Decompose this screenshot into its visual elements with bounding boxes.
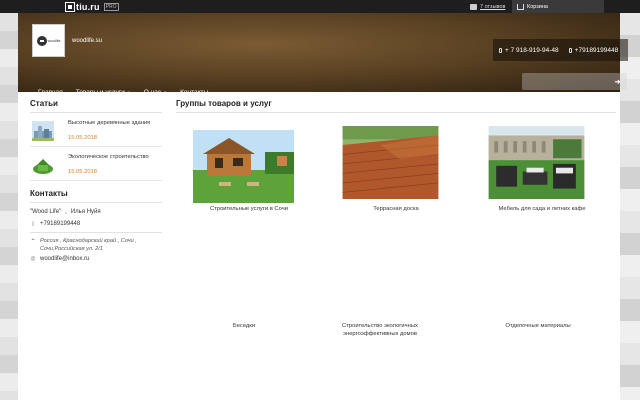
contact-email[interactable]: @ woodlife@inbox.ru: [30, 256, 162, 262]
article-date: 15.05.2018: [68, 135, 98, 141]
address-line-1: Россия , Краснодарский край , Сочи ,: [40, 238, 137, 244]
product-label[interactable]: Строительные услуги в Сочи: [179, 205, 319, 213]
article-thumbnail[interactable]: [32, 155, 54, 175]
cart-label: Корзина: [527, 3, 548, 10]
groups-title: Группы товаров и услуг: [176, 99, 272, 108]
divider: [30, 232, 162, 233]
pro-badge: PRO: [103, 3, 119, 11]
reviews-link[interactable]: 7 отзывов: [470, 2, 505, 12]
search-box: ➜: [522, 73, 627, 90]
search-submit-button[interactable]: ➜: [610, 75, 625, 88]
contact-person: Илья Нуйя: [70, 209, 101, 215]
site-header: woodlife woodlife.su + 7 918-919-94-48 +…: [18, 13, 628, 96]
cart-icon: [517, 3, 524, 10]
reviews-label: 7 отзывов: [480, 4, 506, 10]
article-date: 15.05.2018: [68, 169, 98, 175]
article-thumbnail[interactable]: [32, 121, 54, 141]
phone-1-number: + 7 918-919-94-48: [505, 46, 559, 54]
comment-icon: [470, 4, 477, 10]
main-section: Группы товаров и услуг: [176, 99, 616, 113]
product-image-decking[interactable]: [340, 126, 441, 199]
logo-mark-icon: [36, 35, 47, 46]
contact-phone-number: +79189199448: [40, 221, 81, 227]
page-background-right: [620, 13, 640, 400]
article-item[interactable]: Экологическое строительство 15.05.2018: [30, 147, 162, 181]
arrow-right-icon: ➜: [614, 78, 621, 86]
contact-phone[interactable]: ▯ +79189199448: [30, 221, 162, 227]
company-name: "Wood Life": [30, 209, 62, 215]
top-bar: tiu.ru PRO 7 отзывов Корзина: [0, 0, 640, 13]
page-content: Статьи Высотные деревянные здания 15.05.…: [18, 92, 620, 400]
phone-2[interactable]: +79189199448: [568, 46, 619, 54]
contacts-title: Контакты: [30, 189, 68, 198]
phone-icon: [568, 47, 572, 53]
product-label[interactable]: Мебель для сада и летних кафе: [472, 205, 612, 213]
product-label[interactable]: Строительство экологичных энергоэффектив…: [318, 322, 442, 338]
divider: [176, 112, 616, 113]
tiu-brand-text: tiu.ru: [76, 2, 100, 12]
cart-button[interactable]: Корзина: [512, 0, 604, 13]
contact-address: ⌖ Россия , Краснодарский край , Сочи , С…: [30, 237, 162, 253]
map-pin-icon: ⌖: [31, 237, 35, 243]
tiu-logo[interactable]: tiu.ru PRO: [66, 2, 119, 12]
contact-company: "Wood Life" , Илья Нуйя: [30, 209, 162, 215]
search-input[interactable]: [522, 73, 608, 90]
product-label[interactable]: Беседки: [174, 322, 314, 330]
phone-2-number: +79189199448: [574, 46, 619, 54]
sidebar: Статьи Высотные деревянные здания 15.05.…: [30, 99, 162, 262]
phones-box: + 7 918-919-94-48 +79189199448: [493, 39, 628, 61]
article-item[interactable]: Высотные деревянные здания 15.05.2018: [30, 113, 162, 147]
contact-email-address: woodlife@inbox.ru: [40, 256, 90, 262]
phone-icon: [499, 47, 502, 53]
phone-1[interactable]: + 7 918-919-94-48: [499, 47, 559, 54]
product-label[interactable]: Террасная доска: [326, 205, 466, 213]
divider: [30, 202, 162, 203]
articles-title: Статьи: [30, 99, 58, 108]
page-background-left: [0, 13, 18, 400]
product-image-furniture[interactable]: [486, 126, 587, 199]
article-title[interactable]: Экологическое строительство: [68, 154, 163, 160]
address-line-2: Сочи,Российская ул. 2/1: [40, 246, 103, 252]
site-logo[interactable]: woodlife: [32, 24, 65, 57]
tiu-logo-icon: [66, 3, 74, 11]
product-image-construction[interactable]: [193, 130, 294, 203]
address-text: Россия , Краснодарский край , Сочи , Соч…: [40, 237, 137, 253]
logo-word: woodlife: [47, 38, 61, 43]
site-name: woodlife.su: [72, 38, 103, 44]
product-label[interactable]: Отделочные материалы: [468, 322, 608, 330]
article-title[interactable]: Высотные деревянные здания: [68, 120, 163, 126]
comma-separator: ,: [65, 209, 67, 215]
phone-icon: ▯: [31, 221, 35, 227]
at-icon: @: [30, 256, 36, 262]
